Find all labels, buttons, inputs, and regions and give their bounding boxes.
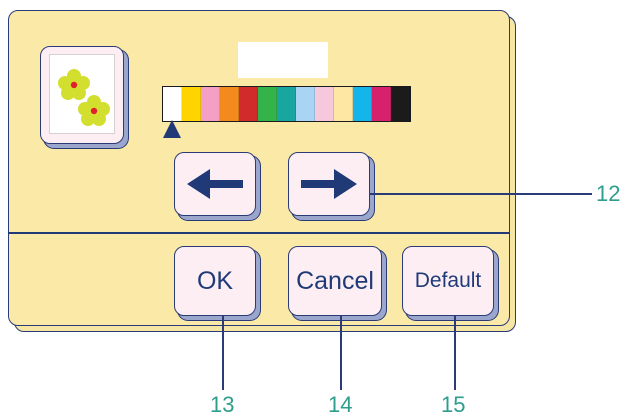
arrow-left-icon [187,169,243,199]
callout-line-ok [222,316,224,390]
section-divider [8,232,509,234]
color-swatch[interactable] [239,87,258,121]
flower-pattern-icon [58,69,110,126]
callout-label-ok: 13 [210,392,235,417]
callout-line-cancel [340,316,342,390]
color-swatch[interactable] [201,87,220,121]
color-swatch[interactable] [296,87,315,121]
color-swatch[interactable] [315,87,334,121]
color-swatch[interactable] [372,87,391,121]
pattern-preview-frame [49,54,115,134]
color-swatch[interactable] [258,87,277,121]
default-button[interactable]: Default [402,246,494,316]
callout-label-cancel: 14 [328,392,353,417]
callout-line-default [454,316,456,390]
color-swatch[interactable] [353,87,372,121]
color-swatch[interactable] [391,87,410,121]
ok-button[interactable]: OK [174,246,256,316]
next-color-button[interactable] [288,152,370,216]
arrow-right-icon [301,169,357,199]
color-swatch[interactable] [334,87,353,121]
previous-color-button[interactable] [174,152,256,216]
color-swatch[interactable] [220,87,239,121]
callout-label-default: 15 [441,392,466,417]
triangle-up-icon [163,120,181,138]
color-palette [162,86,411,122]
callout-label-arrows: 12 [596,181,621,206]
color-swatch[interactable] [163,87,182,121]
pattern-preview-button[interactable] [40,46,124,144]
color-swatch[interactable] [182,87,201,121]
name-field[interactable] [238,42,328,78]
cancel-button[interactable]: Cancel [288,246,382,316]
color-swatch[interactable] [277,87,296,121]
callout-line-arrows [370,193,592,195]
